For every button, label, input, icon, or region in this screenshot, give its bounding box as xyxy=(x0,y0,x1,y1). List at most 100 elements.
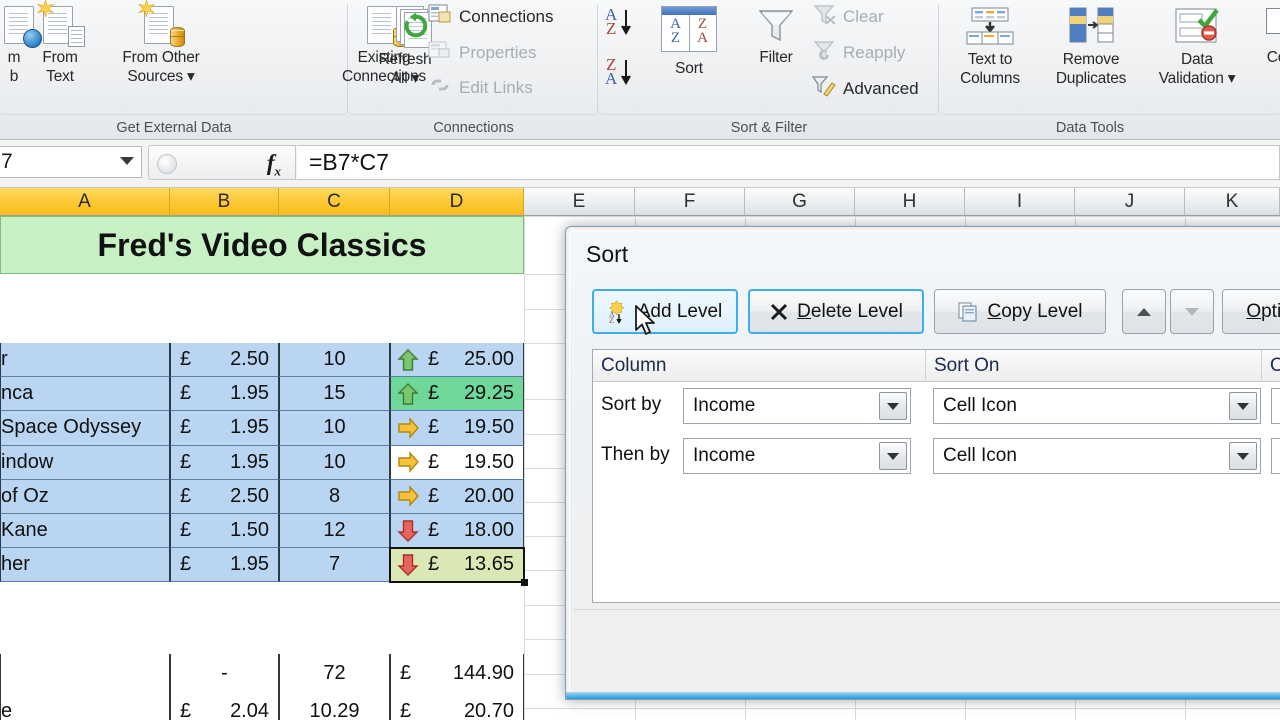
rental-price-cell[interactable]: £2.50 xyxy=(170,343,279,377)
group-label-get-external-data: Get External Data xyxy=(0,120,348,136)
income-cell[interactable]: £29.25 xyxy=(390,377,524,411)
level-0-sort-on-select[interactable]: Cell Icon xyxy=(933,388,1261,424)
column-header-C[interactable]: C xyxy=(279,188,390,216)
table-row[interactable]: nca xyxy=(0,377,170,411)
from-other-sources-button[interactable]: From Other Sources ▾ xyxy=(96,6,226,85)
sort-dialog[interactable]: Sort A Z Add Level Delete Level xyxy=(565,226,1280,700)
income-cell[interactable]: £18.00 xyxy=(390,514,524,548)
level-1-sort-on-select[interactable]: Cell Icon xyxy=(933,438,1261,474)
copy-level-button[interactable]: Copy Level xyxy=(934,289,1106,334)
consolidate-icon xyxy=(1262,6,1280,44)
rentals-cell[interactable]: 7 xyxy=(279,548,390,582)
filter-button[interactable]: Filter xyxy=(733,6,819,67)
column-header-J[interactable]: J xyxy=(1075,188,1185,216)
currency-symbol: £ xyxy=(171,485,191,508)
properties-icon xyxy=(427,38,453,67)
total-row-price[interactable]: - xyxy=(170,654,279,692)
rental-price-cell[interactable]: £2.50 xyxy=(170,480,279,514)
advanced-filter-button[interactable]: Advanced xyxy=(811,74,919,103)
level-0-order-select[interactable] xyxy=(1271,388,1280,424)
gridline-horizontal xyxy=(524,216,1280,217)
cell-money: £13.65 xyxy=(419,548,523,581)
total-row-rentals[interactable]: 72 xyxy=(279,654,390,692)
column-header-A[interactable]: A xyxy=(0,188,170,216)
cell-amount: 1.95 xyxy=(230,416,278,439)
total-row-income[interactable]: £144.90 xyxy=(390,654,524,692)
delete-level-button[interactable]: Delete Level xyxy=(748,289,924,334)
income-cell[interactable]: £19.50 xyxy=(390,446,524,480)
chevron-down-icon[interactable] xyxy=(879,392,907,420)
rentals-cell[interactable]: 8 xyxy=(279,480,390,514)
column-header-F[interactable]: F xyxy=(635,188,745,216)
average-row-price[interactable]: £2.04 xyxy=(170,692,279,720)
income-cell[interactable]: £19.50 xyxy=(390,411,524,445)
from-text-button[interactable]: From Text xyxy=(22,6,98,85)
text-to-columns-button[interactable]: Text to Columns xyxy=(940,6,1040,87)
column-header-K[interactable]: K xyxy=(1185,188,1280,216)
level-0-column-select[interactable]: Income xyxy=(683,388,911,424)
sort-button[interactable]: AZ ZA Sort xyxy=(649,6,729,78)
income-cell[interactable]: £20.00 xyxy=(390,480,524,514)
move-level-up-button[interactable] xyxy=(1122,289,1166,334)
table-row[interactable]: indow xyxy=(0,446,170,480)
formula-input[interactable]: =B7*C7 xyxy=(297,145,1280,180)
total-row-label[interactable] xyxy=(0,654,170,692)
sheet-title-banner[interactable]: Fred's Video Classics xyxy=(0,216,524,274)
rentals-value: 72 xyxy=(323,662,345,685)
rental-price-cell[interactable]: £1.95 xyxy=(170,446,279,480)
column-header-E[interactable]: E xyxy=(524,188,635,216)
column-header-G[interactable]: G xyxy=(745,188,855,216)
average-row-label[interactable]: e xyxy=(0,692,170,720)
advanced-filter-icon xyxy=(811,74,837,103)
column-header-B[interactable]: B xyxy=(170,188,279,216)
text-to-columns-label-1: Text to xyxy=(940,50,1040,68)
rental-price-cell[interactable]: £1.95 xyxy=(170,411,279,445)
average-row-rentals[interactable]: 10.29 xyxy=(279,692,390,720)
chevron-down-icon[interactable] xyxy=(1229,442,1257,470)
column-header-D[interactable]: D xyxy=(390,188,524,216)
rental-price-cell[interactable]: £1.50 xyxy=(170,514,279,548)
rentals-value: 10 xyxy=(323,348,345,371)
level-1-order-select[interactable] xyxy=(1271,438,1280,474)
rentals-cell[interactable]: 10 xyxy=(279,343,390,377)
name-box-dropdown-icon[interactable] xyxy=(120,157,134,165)
remove-duplicates-button[interactable]: Remove Duplicates xyxy=(1036,6,1146,87)
cancel-enter-knob[interactable] xyxy=(157,154,177,174)
rentals-cell[interactable]: 10 xyxy=(279,411,390,445)
income-cell[interactable]: £13.65 xyxy=(390,548,524,582)
rentals-cell[interactable]: 10 xyxy=(279,446,390,480)
data-validation-icon xyxy=(1172,6,1222,46)
cell-amount: 2.50 xyxy=(230,485,278,508)
rental-price-cell[interactable]: £1.95 xyxy=(170,377,279,411)
table-row[interactable]: r xyxy=(0,343,170,377)
rentals-cell[interactable]: 15 xyxy=(279,377,390,411)
add-level-button[interactable]: A Z Add Level xyxy=(592,289,738,334)
column-header-H[interactable]: H xyxy=(855,188,965,216)
chevron-down-icon[interactable] xyxy=(1229,392,1257,420)
connections-button[interactable]: Connections xyxy=(427,2,554,31)
move-level-down-button[interactable] xyxy=(1170,289,1214,334)
rentals-cell[interactable]: 12 xyxy=(279,514,390,548)
table-row[interactable]: of Oz xyxy=(0,480,170,514)
data-validation-button[interactable]: Data Validation ▾ xyxy=(1142,6,1252,87)
level-1-column-select[interactable]: Income xyxy=(683,438,911,474)
table-row[interactable]: Space Odyssey xyxy=(0,411,170,445)
column-header-I[interactable]: I xyxy=(965,188,1075,216)
insert-function-icon[interactable]: fx xyxy=(267,150,281,180)
chevron-down-icon[interactable] xyxy=(879,442,907,470)
table-row[interactable]: her xyxy=(0,548,170,582)
currency-symbol: £ xyxy=(419,416,439,439)
income-cell[interactable]: £25.00 xyxy=(390,343,524,377)
delete-level-label: Delete Level xyxy=(797,301,903,323)
options-button[interactable]: Options... xyxy=(1222,289,1280,334)
rental-price-cell[interactable]: £1.95 xyxy=(170,548,279,582)
sort-ascending-button[interactable]: AZ xyxy=(605,8,632,36)
consolidate-button[interactable]: Cor xyxy=(1244,6,1280,67)
cell-money: £25.00 xyxy=(419,343,523,376)
sort-descending-button[interactable]: ZA xyxy=(605,58,632,86)
cell-money: £19.50 xyxy=(419,446,523,479)
average-row-income[interactable]: £20.70 xyxy=(390,692,524,720)
svg-text:Z: Z xyxy=(609,316,614,324)
table-row[interactable]: Kane xyxy=(0,514,170,548)
fill-handle[interactable] xyxy=(521,579,528,586)
